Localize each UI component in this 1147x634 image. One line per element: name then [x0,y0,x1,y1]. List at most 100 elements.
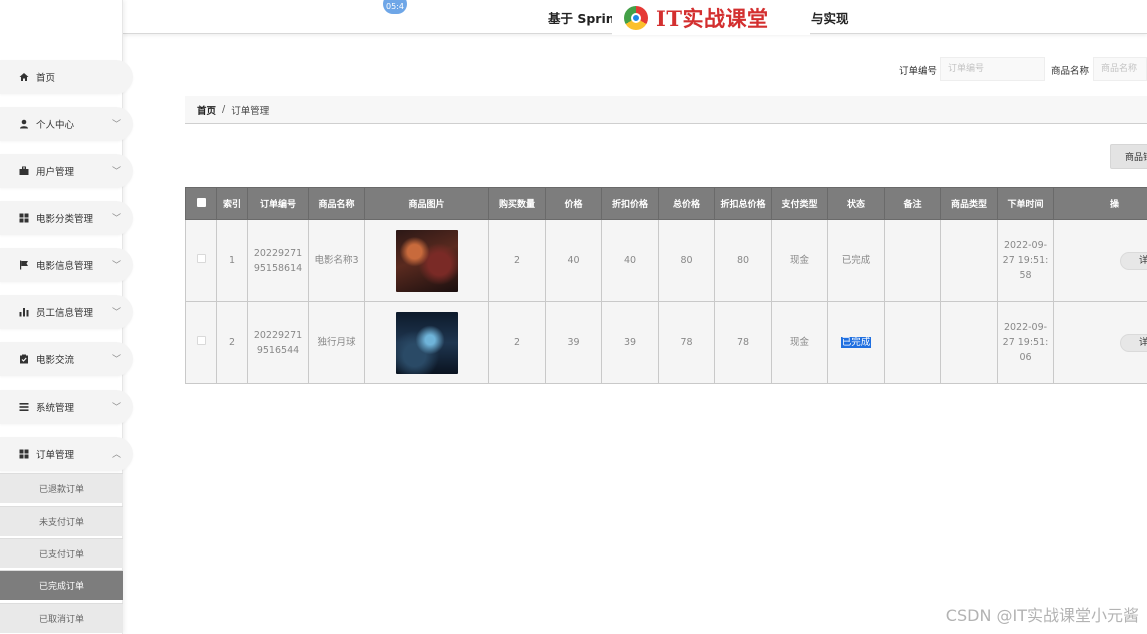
cell-order-time: 2022-09-27 19:51:58 [997,219,1054,302]
sidebar-item-user-management[interactable]: 用户管理 ﹀ [0,154,133,188]
sidebar-item-label: 首页 [36,73,56,84]
sidebar-item-personal-center[interactable]: 个人中心 ﹀ [0,107,133,141]
column-header: 总价格 [658,187,715,220]
orders-table: 索引 订单编号 商品名称 商品图片 购买数量 价格 折扣价格 总价格 折扣总价格… [185,187,1147,384]
column-header: 状态 [827,187,885,220]
chevron-up-icon: ︿ [111,450,121,460]
sidebar-subitem-cancelled-orders[interactable]: 已取消订单 [0,603,123,633]
chevron-down-icon: ﹀ [111,120,121,130]
cell-product-type [940,301,998,384]
cell-index: 1 [216,219,248,302]
sidebar-item-label: 个人中心 [36,120,75,131]
cell-price: 40 [545,219,602,302]
sidebar-item-system-management[interactable]: 系统管理 ﹀ [0,390,133,424]
product-name-input[interactable] [1093,57,1147,81]
cell-discount-total: 80 [714,219,772,302]
csdn-watermark: CSDN @IT实战课堂小元酱 [945,606,1139,625]
cell-actions: 详情 [1053,219,1147,302]
cell-status: 已完成 [827,301,885,384]
cell-product-type [940,219,998,302]
select-all-header[interactable] [185,187,217,220]
breadcrumb-separator: / [222,104,226,115]
bar-chart-icon [18,307,29,318]
poster-thumbnail[interactable] [395,311,458,374]
cell-remark [884,219,941,302]
cell-remark [884,301,941,384]
chevron-down-icon: ﹀ [111,167,121,177]
cell-order-no: 2022927195158614 [247,219,309,302]
cell-discount-total: 78 [714,301,772,384]
status-text-selected: 已完成 [840,337,872,348]
order-no-label: 订单编号 [899,66,938,77]
sidebar-subitem-completed-orders[interactable]: 已完成订单 [0,570,123,600]
sidebar-item-label: 电影信息管理 [36,261,94,272]
sidebar: 首页 个人中心 ﹀ 用户管理 ﹀ 电影分类管理 ﹀ 电影信息管理 ﹀ 员工信息管… [0,0,133,634]
column-header: 下单时间 [997,187,1054,220]
sidebar-subitem-paid-orders[interactable]: 已支付订单 [0,538,123,568]
poster-thumbnail[interactable] [395,229,458,292]
cell-status: 已完成 [827,219,885,302]
table-row: 1 2022927195158614 电影名称3 2 40 40 80 80 现… [185,219,1147,302]
cell-product-image [364,301,489,384]
sidebar-item-home[interactable]: 首页 [0,60,133,94]
breadcrumb-home[interactable]: 首页 [197,103,216,117]
cell-pay-type: 现金 [771,301,828,384]
column-header: 折扣总价格 [714,187,772,220]
grid-icon [18,213,29,224]
sidebar-item-label: 系统管理 [36,403,75,414]
chevron-down-icon: ﹀ [111,403,121,413]
column-header: 价格 [545,187,602,220]
row-select-cell[interactable] [185,301,217,384]
select-all-checkbox[interactable] [196,197,206,207]
product-sales-button[interactable]: 商品销 [1110,144,1147,169]
grid-icon [18,449,29,460]
chevron-down-icon: ﹀ [111,355,121,365]
cell-discount-price: 40 [601,219,659,302]
sidebar-item-label: 电影分类管理 [36,214,94,225]
row-checkbox[interactable] [196,254,206,263]
detail-button[interactable]: 详情 [1120,333,1147,352]
sidebar-item-label: 用户管理 [36,167,75,178]
cell-product-name: 独行月球 [308,301,365,384]
cell-index: 2 [216,301,248,384]
product-name-label: 商品名称 [1051,66,1090,77]
sidebar-subitem-unpaid-orders[interactable]: 未支付订单 [0,506,123,536]
row-checkbox[interactable] [196,336,206,345]
cell-quantity: 2 [488,219,546,302]
row-select-cell[interactable] [185,219,217,302]
breadcrumb: 首页 / 订单管理 [185,96,1147,124]
sidebar-item-staff-info[interactable]: 员工信息管理 ﹀ [0,295,133,329]
sidebar-item-order-management[interactable]: 订单管理 ︿ [0,437,133,471]
column-header: 折扣价格 [601,187,659,220]
sidebar-item-label: 订单管理 [36,450,75,461]
breadcrumb-current: 订单管理 [231,105,270,117]
column-header: 商品图片 [364,187,489,220]
cell-order-time: 2022-09-27 19:51:06 [997,301,1054,384]
order-no-input[interactable] [940,57,1045,81]
sidebar-item-movie-info[interactable]: 电影信息管理 ﹀ [0,248,133,282]
chevron-down-icon: ﹀ [111,214,121,224]
list-icon [18,402,29,413]
table-header-row: 索引 订单编号 商品名称 商品图片 购买数量 价格 折扣价格 总价格 折扣总价格… [185,187,1147,220]
cell-discount-price: 39 [601,301,659,384]
detail-button[interactable]: 详情 [1120,251,1147,270]
column-header: 购买数量 [488,187,546,220]
sidebar-subitem-refunded-orders[interactable]: 已退款订单 [0,473,123,503]
chrome-logo-icon [624,5,648,30]
chevron-down-icon: ﹀ [111,308,121,318]
cell-product-name: 电影名称3 [308,219,365,302]
user-icon [18,119,29,130]
briefcase-icon [18,166,29,177]
column-header: 操 [1053,187,1147,220]
cell-product-image [364,219,489,302]
cell-total: 80 [658,219,715,302]
sidebar-item-movie-category[interactable]: 电影分类管理 ﹀ [0,201,133,235]
column-header: 商品名称 [308,187,365,220]
column-header: 备注 [884,187,941,220]
cell-actions: 详情 [1053,301,1147,384]
sidebar-item-movie-forum[interactable]: 电影交流 ﹀ [0,342,133,376]
cell-price: 39 [545,301,602,384]
cell-pay-type: 现金 [771,219,828,302]
column-header: 支付类型 [771,187,828,220]
watermark-logo: IT实战课堂 [612,0,810,35]
